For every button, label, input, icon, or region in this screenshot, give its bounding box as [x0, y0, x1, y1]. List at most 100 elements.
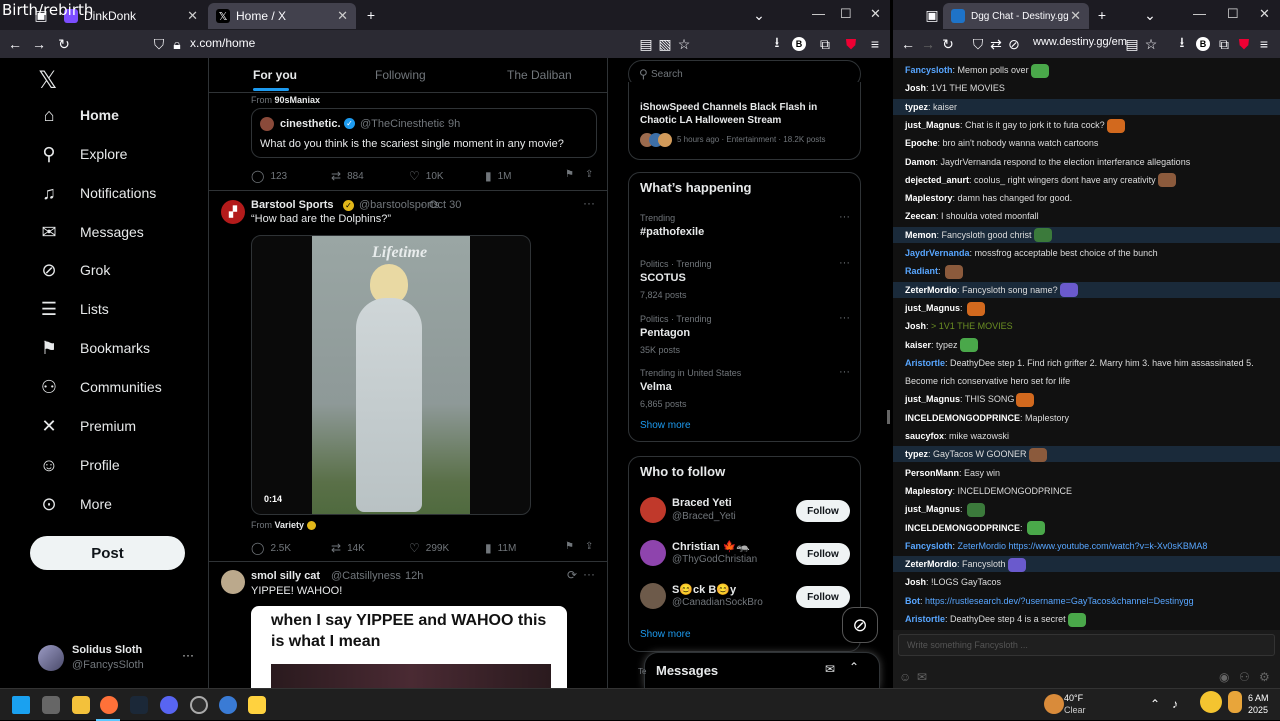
chat-message[interactable]: typez: GayTacos W GOONER [893, 446, 1280, 463]
whisper-icon[interactable]: ✉ [917, 670, 927, 684]
tray-chevron-icon[interactable]: ⌃ [1150, 697, 1160, 711]
reply-button[interactable]: ◯ 123 [251, 169, 287, 183]
chat-username[interactable]: just_Magnus [905, 120, 960, 130]
show-more-link[interactable]: Show more [640, 629, 691, 640]
star-icon[interactable]: ☆ [1142, 35, 1160, 53]
download-icon[interactable]: ⭳ [768, 34, 786, 53]
nav-item-notifications[interactable]: ♫ Notifications [38, 178, 156, 208]
reader-icon[interactable]: ▤ [1123, 35, 1141, 53]
chat-username[interactable]: Josh [905, 83, 926, 93]
avatar[interactable] [640, 497, 666, 523]
forward-icon[interactable]: → [30, 35, 48, 53]
forward-icon[interactable]: → [919, 35, 937, 53]
chat-username[interactable]: Aristortle [905, 358, 945, 368]
tweet-author-name[interactable]: smol silly cat [251, 570, 320, 582]
chat-username[interactable]: JaydrVernanda [905, 248, 970, 258]
chat-message[interactable]: Damon: JaydrVernanda respond to the elec… [899, 154, 1275, 170]
more-icon[interactable]: ··· [839, 257, 850, 269]
menu-icon[interactable]: ≡ [866, 35, 884, 53]
reload-icon[interactable]: ↻ [939, 35, 957, 53]
mic-icon[interactable]: ♪ [1172, 697, 1178, 711]
avatar[interactable] [38, 645, 64, 671]
chat-message[interactable]: INCELDEMONGODPRINCE: Maplestory [899, 410, 1275, 426]
chat-username[interactable]: ZeterMordio [905, 559, 957, 569]
views-button[interactable]: ▮ 11M [485, 541, 516, 555]
views-button[interactable]: ▮ 1M [485, 169, 512, 183]
chat-message[interactable]: Josh: !LOGS GayTacos [899, 574, 1275, 590]
like-button[interactable]: ♡ 299K [409, 541, 449, 555]
chat-message[interactable]: Fancysloth: ZeterMordio https://www.yout… [899, 538, 1275, 554]
minimize-icon[interactable]: — [812, 6, 825, 21]
tab-for-you[interactable]: For you [253, 68, 297, 82]
grok-icon[interactable]: ⊘ [842, 607, 878, 643]
chat-username[interactable]: Aristortle [905, 614, 945, 624]
window-close-icon[interactable]: ✕ [1259, 6, 1270, 22]
search-input[interactable]: Search [651, 69, 683, 80]
chat-message[interactable]: Epoche: bro ain't nobody wanna watch car… [899, 135, 1275, 151]
chat-message[interactable]: Become rich conservative hero set for li… [899, 373, 1275, 389]
permissions-icon[interactable]: ⇄ [987, 35, 1005, 53]
download-icon[interactable]: ⭳ [1173, 34, 1191, 53]
nav-item-communities[interactable]: ⚇ Communities [38, 372, 162, 402]
avatar[interactable]: ▞ [221, 200, 245, 224]
chat-message[interactable]: typez: kaiser [893, 98, 1280, 115]
reader-icon[interactable]: ▤ [637, 35, 655, 53]
nav-item-profile[interactable]: ☺ Profile [38, 450, 120, 480]
settings-icon[interactable]: ⚙ [1259, 670, 1270, 684]
chat-message[interactable]: Bot: https://rustlesearch.dev/?username=… [899, 593, 1275, 609]
post-button[interactable]: Post [30, 536, 185, 570]
close-icon[interactable]: ✕ [337, 8, 348, 24]
bookmark-icon[interactable]: ⚑ [565, 541, 574, 552]
chat-username[interactable]: saucyfox [905, 431, 944, 441]
chat-username[interactable]: kaiser [905, 340, 931, 350]
windows-start-icon[interactable] [12, 696, 30, 714]
more-icon[interactable]: ··· [839, 366, 850, 378]
chat-message[interactable]: Josh: 1V1 THE MOVIES [899, 80, 1275, 96]
splitter-handle[interactable] [887, 410, 890, 424]
chat-message[interactable]: Radiant: [899, 263, 1275, 279]
new-tab-icon[interactable]: + [1093, 6, 1111, 24]
trend-item[interactable]: Trending in United States Velma 6,865 post… [640, 366, 850, 412]
extensions-icon[interactable]: ⧉ [816, 35, 834, 53]
bookmark-icon[interactable]: ⚑ [565, 169, 574, 180]
ublock-icon[interactable]: ⛊ [842, 35, 860, 53]
chevron-down-icon[interactable]: ⌄ [750, 6, 768, 24]
chat-username[interactable]: Bot [905, 596, 920, 606]
new-tab-icon[interactable]: + [362, 6, 380, 24]
chat-username[interactable]: Memon [905, 230, 937, 240]
chat-message[interactable]: just_Magnus: THIS SONG [899, 391, 1275, 408]
minimize-icon[interactable]: — [1193, 6, 1206, 21]
chat-message[interactable]: just_Magnus: [899, 501, 1275, 517]
chat-message[interactable]: just_Magnus: [899, 300, 1275, 316]
extension-b-icon[interactable]: B [1196, 37, 1210, 51]
steam-icon[interactable] [130, 696, 148, 714]
x-logo-icon[interactable]: 𝕏 [38, 66, 57, 95]
discord-icon[interactable] [160, 696, 178, 714]
chat-input[interactable]: Write something Fancysloth ... [898, 634, 1275, 656]
follow-suggestion[interactable]: S😊ck B😊y @CanadianSockBro Follow [629, 581, 860, 617]
shield-icon[interactable]: ⛉ [150, 35, 168, 53]
chat-message[interactable]: Memon: Fancysloth good christ [893, 226, 1280, 243]
follow-suggestion[interactable]: Christian 🍁🦡 @ThyGodChristian Follow [629, 538, 860, 574]
chat-message[interactable]: PersonMann: Easy win [899, 465, 1275, 481]
chat-username[interactable]: Radiant [905, 266, 938, 276]
chat-message[interactable]: just_Magnus: Chat is it gay to jork it t… [899, 117, 1275, 133]
repost-button[interactable]: ⇄ 884 [331, 169, 364, 183]
tab-dgg-chat[interactable]: Dgg Chat - Destiny.gg ✕ [943, 3, 1089, 29]
tab-the-daliban[interactable]: The Daliban [507, 68, 572, 82]
chat-message[interactable]: Josh: > 1V1 THE MOVIES [899, 318, 1275, 334]
app-icon[interactable] [190, 696, 208, 714]
tab-home-x[interactable]: 𝕏 Home / X ✕ [208, 3, 356, 29]
chat-username[interactable]: typez [905, 102, 928, 112]
chat-username[interactable]: just_Magnus [905, 394, 960, 404]
messages-drawer[interactable]: Messages ✉ ⌃ [644, 652, 880, 688]
trend-item[interactable]: Trending #pathofexile ··· [640, 211, 850, 257]
follow-suggestion[interactable]: Braced Yeti @Braced_Yeti Follow [629, 495, 860, 531]
maximize-icon[interactable]: ☐ [1227, 6, 1239, 22]
task-view-icon[interactable] [42, 696, 60, 714]
avatar[interactable] [640, 583, 666, 609]
chat-message[interactable]: Maplestory: damn has changed for good. [899, 190, 1275, 206]
nav-item-home[interactable]: ⌂ Home [38, 100, 119, 130]
chat-message[interactable]: Fancysloth: Memon polls over [899, 62, 1275, 78]
chat-username[interactable]: dejected_anurt [905, 175, 969, 185]
